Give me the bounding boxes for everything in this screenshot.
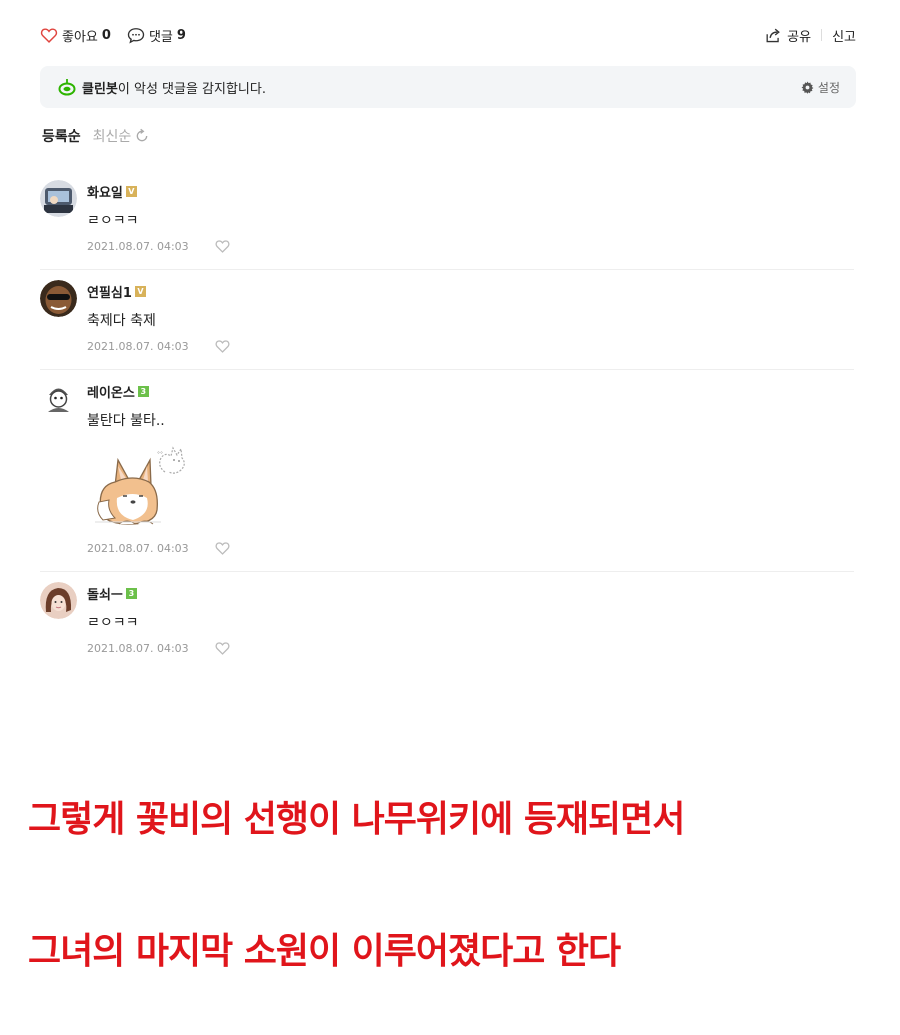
refresh-icon[interactable] bbox=[134, 128, 150, 144]
comment-item: 화요일 V ㄹㅇㅋㅋ 2021.08.07. 04:03 bbox=[40, 170, 854, 270]
share-icon bbox=[764, 27, 782, 43]
cleanbot-settings-button[interactable]: 설정 bbox=[801, 79, 840, 96]
heart-icon bbox=[215, 240, 230, 253]
level-badge: V bbox=[125, 186, 137, 197]
settings-label: 설정 bbox=[817, 80, 840, 95]
comment-author[interactable]: 레이온스 bbox=[87, 382, 135, 401]
heart-icon bbox=[215, 642, 230, 655]
comment-author[interactable]: 연필심1 bbox=[87, 282, 132, 301]
comment-text: ㄹㅇㅋㅋ bbox=[87, 615, 139, 631]
comment-text: 축제다 축제 bbox=[87, 313, 156, 329]
cleanbot-icon bbox=[58, 78, 76, 96]
heart-icon bbox=[215, 542, 230, 555]
share-label: 공유 bbox=[787, 29, 812, 45]
comment-text: ㄹㅇㅋㅋ bbox=[87, 213, 139, 229]
heart-icon bbox=[215, 340, 230, 353]
comment-meta: 2021.08.07. 04:03 bbox=[87, 641, 854, 671]
cleanbot-notice: 클린봇 이 악성 댓글을 감지합니다. 설정 bbox=[40, 66, 856, 108]
corgi-sticker-image: °° bbox=[87, 438, 193, 532]
comment-item: 레이온스 3 불탄다 불타.. °° 2021.08.07. 04:03 bbox=[40, 370, 854, 572]
comment-item: 돌쇠ㅡ 3 ㄹㅇㅋㅋ 2021.08.07. 04:03 bbox=[40, 572, 854, 671]
speech-bubble-icon bbox=[127, 27, 145, 44]
divider bbox=[821, 29, 823, 41]
comment-meta: 2021.08.07. 04:03 bbox=[87, 541, 854, 571]
cleanbot-brand: 클린봇 bbox=[82, 81, 118, 97]
comment-date: 2021.08.07. 04:03 bbox=[87, 239, 189, 253]
comment-author-row: 화요일 V bbox=[87, 170, 854, 201]
stats-group: 좋아요 0 댓글 9 bbox=[40, 26, 202, 45]
sort-options: 등록순 최신순 bbox=[42, 126, 150, 146]
sort-latest[interactable]: 최신순 bbox=[93, 126, 132, 146]
comment-label: 댓글 bbox=[148, 29, 173, 45]
comment-item: 연필심1 V 축제다 축제 2021.08.07. 04:03 bbox=[40, 270, 854, 370]
cleanbot-message: 클린봇 이 악성 댓글을 감지합니다. bbox=[58, 78, 266, 97]
avatar[interactable] bbox=[40, 582, 77, 619]
avatar[interactable] bbox=[40, 280, 77, 317]
comment-count: 9 bbox=[176, 27, 186, 43]
caption-line-1: 그렇게 꽃비의 선행이 나무위키에 등재되면서 bbox=[28, 799, 685, 840]
comment-author-row: 연필심1 V bbox=[87, 270, 854, 301]
comment-text: 불탄다 불타.. bbox=[87, 413, 165, 429]
comment-meta: 2021.08.07. 04:03 bbox=[87, 239, 854, 269]
comment-count-button[interactable]: 댓글 9 bbox=[127, 26, 186, 45]
sort-registered[interactable]: 등록순 bbox=[42, 126, 81, 146]
like-button[interactable]: 좋아요 0 bbox=[40, 26, 111, 45]
comment-author-row: 돌쇠ㅡ 3 bbox=[87, 572, 854, 603]
like-count: 0 bbox=[101, 27, 111, 43]
heart-icon bbox=[40, 27, 58, 43]
avatar[interactable] bbox=[40, 180, 77, 217]
comment-like-button[interactable] bbox=[215, 339, 230, 353]
comment-date: 2021.08.07. 04:03 bbox=[87, 541, 189, 555]
level-badge: 3 bbox=[137, 386, 149, 397]
cleanbot-text: 이 악성 댓글을 감지합니다. bbox=[117, 81, 266, 97]
comment-author[interactable]: 화요일 bbox=[87, 182, 123, 201]
report-label: 신고 bbox=[832, 29, 856, 45]
comment-date: 2021.08.07. 04:03 bbox=[87, 641, 189, 655]
gear-icon bbox=[801, 81, 814, 94]
level-badge: V bbox=[134, 286, 146, 297]
level-badge: 3 bbox=[125, 588, 137, 599]
report-button[interactable]: 신고 bbox=[832, 26, 856, 45]
avatar[interactable] bbox=[40, 380, 77, 417]
like-label: 좋아요 bbox=[62, 29, 98, 45]
svg-text:°°: °° bbox=[157, 451, 163, 458]
actions-group: 공유 신고 bbox=[764, 26, 856, 45]
caption-line-2: 그녀의 마지막 소원이 이루어졌다고 한다 bbox=[28, 931, 621, 972]
comment-like-button[interactable] bbox=[215, 641, 230, 655]
comment-author[interactable]: 돌쇠ㅡ bbox=[87, 584, 123, 603]
comment-author-row: 레이온스 3 bbox=[87, 370, 854, 401]
comment-date: 2021.08.07. 04:03 bbox=[87, 339, 189, 353]
comment-list: 화요일 V ㄹㅇㅋㅋ 2021.08.07. 04:03 연필심1 V 축제다 … bbox=[40, 170, 854, 671]
comment-like-button[interactable] bbox=[215, 239, 230, 253]
comment-toolbar: 좋아요 0 댓글 9 공유 신고 bbox=[40, 22, 856, 48]
comment-meta: 2021.08.07. 04:03 bbox=[87, 339, 854, 369]
comment-like-button[interactable] bbox=[215, 541, 230, 555]
share-button[interactable]: 공유 bbox=[764, 26, 811, 45]
